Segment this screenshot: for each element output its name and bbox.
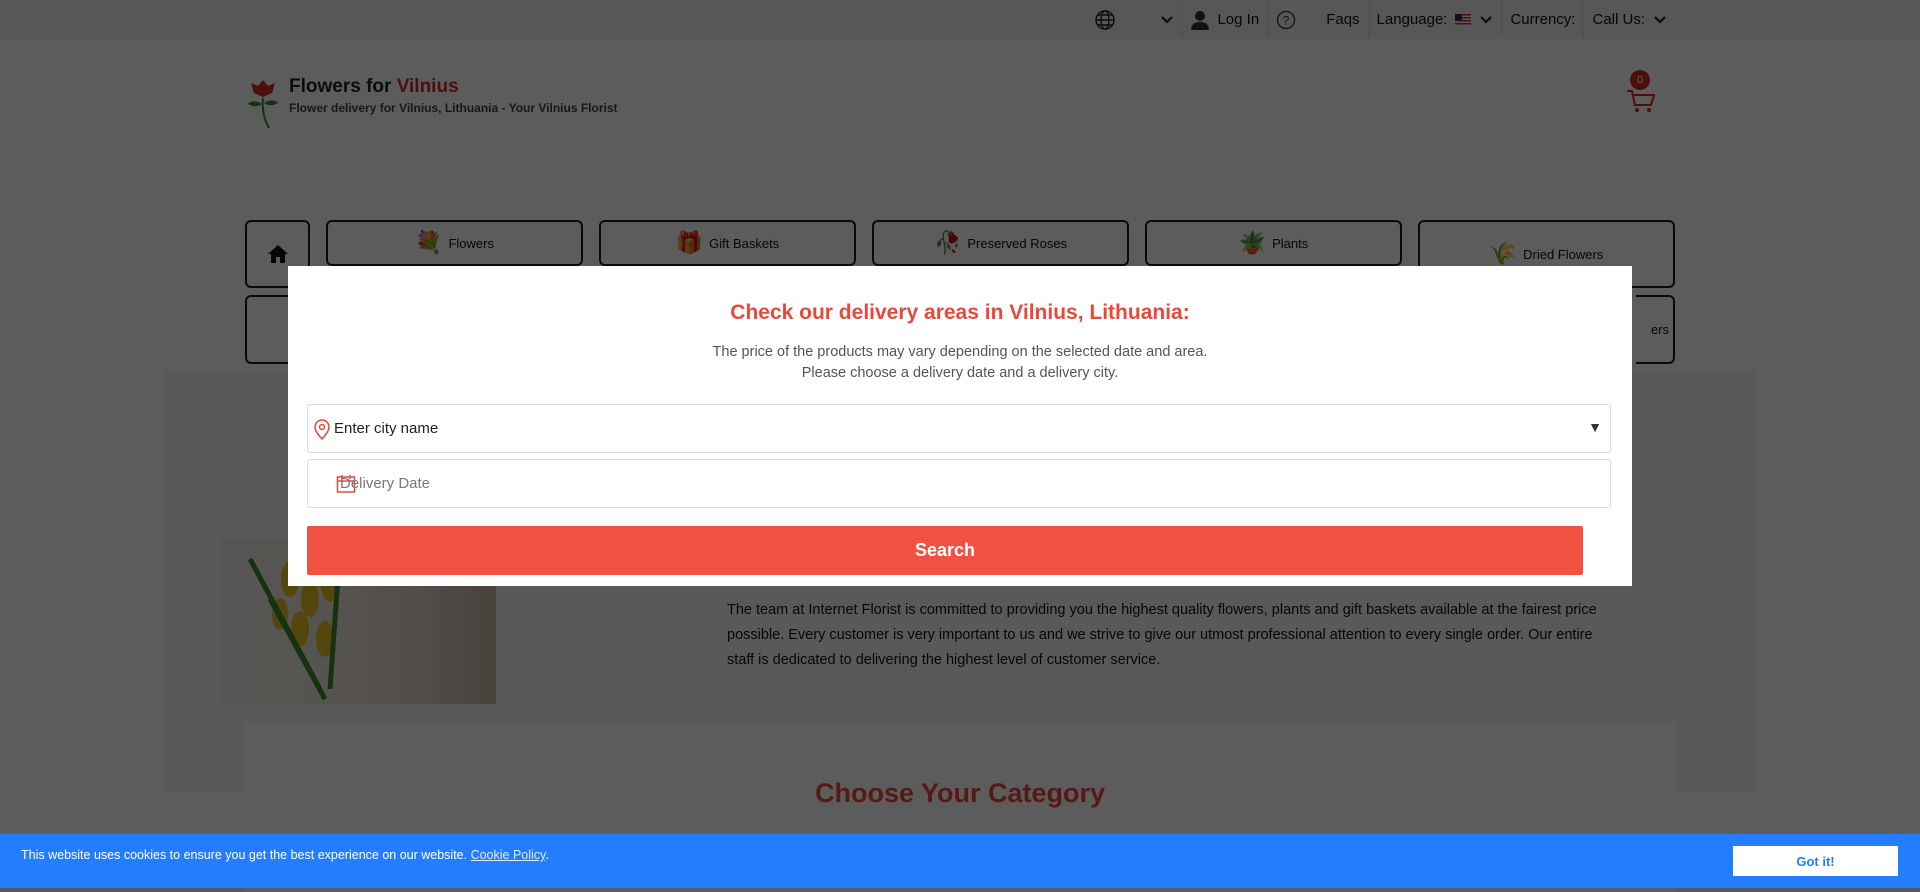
login-label: Log In: [1217, 11, 1260, 28]
dried-flowers-icon: 🌾: [1489, 241, 1518, 266]
chevron-down-icon: [1654, 15, 1666, 24]
modal-subtitle-line: The price of the products may vary depen…: [712, 344, 1208, 360]
cart-count-badge: 0: [1630, 70, 1650, 90]
date-placeholder: Delivery Date: [340, 475, 431, 492]
currency-label: Currency:: [1510, 11, 1576, 28]
nav-label: Preserved Roses: [967, 235, 1068, 251]
cookie-message: This website uses cookies to ensure you …: [21, 848, 549, 862]
logo-tagline: Flower delivery for Vilnius, Lithuania -…: [289, 101, 618, 115]
help-icon: ?: [1277, 10, 1296, 29]
cart-button[interactable]: 0: [1626, 70, 1656, 114]
user-icon: [1191, 10, 1210, 30]
faqs-label: Faqs: [1326, 11, 1360, 28]
search-button[interactable]: Search: [307, 526, 1583, 575]
cookie-text: This website uses cookies to ensure you …: [21, 848, 468, 862]
call-us-dropdown[interactable]: Call Us:: [1583, 0, 1675, 39]
chevron-down-icon: [1161, 15, 1174, 24]
cart-icon: [1627, 90, 1656, 112]
svg-text:?: ?: [1283, 13, 1290, 27]
dropdown-arrow-icon: ▼: [1588, 419, 1602, 435]
globe-icon: [1095, 9, 1116, 30]
bouquet-icon: 💐: [415, 230, 443, 255]
chevron-down-icon: [1480, 15, 1493, 24]
language-label: Language:: [1376, 11, 1448, 28]
call-us-label: Call Us:: [1592, 11, 1645, 28]
delivery-area-modal: Check our delivery areas in Vilnius, Lit…: [288, 266, 1632, 586]
language-selector[interactable]: Language:: [1367, 0, 1502, 39]
nav-row-2-left-edge: [245, 295, 288, 364]
nav-label: Plants: [1272, 235, 1309, 251]
faqs-link[interactable]: ? Faqs: [1267, 0, 1367, 39]
cookie-banner: This website uses cookies to ensure you …: [0, 834, 1920, 888]
top-bar: Log In ? Faqs Language: Currency: Call U…: [0, 0, 1920, 39]
modal-subtitle: The price of the products may vary depen…: [288, 342, 1632, 384]
home-icon: [267, 245, 288, 263]
region-selector[interactable]: [1086, 0, 1182, 39]
gift-icon: 🎁: [675, 230, 704, 255]
site-logo[interactable]: Flowers for Vilnius Flower delivery for …: [245, 76, 618, 130]
city-placeholder: Enter city name: [334, 420, 439, 437]
city-select[interactable]: Enter city name ▼: [307, 404, 1611, 453]
currency-selector[interactable]: Currency:: [1501, 0, 1583, 39]
us-flag-icon: [1455, 14, 1472, 25]
nav-label: ers: [1650, 322, 1669, 337]
nav-preserved-roses[interactable]: 🥀 Preserved Roses: [872, 220, 1129, 266]
about-paragraph: The team at Internet Florist is committe…: [727, 602, 1597, 668]
plant-icon: 🪴: [1238, 230, 1267, 255]
login-link[interactable]: Log In: [1182, 0, 1267, 39]
logo-name: Flowers for Vilnius: [289, 76, 459, 97]
nav-gift-baskets[interactable]: 🎁 Gift Baskets: [599, 220, 856, 266]
modal-title: Check our delivery areas in Vilnius, Lit…: [730, 301, 1190, 324]
cookie-accept-button[interactable]: Got it!: [1733, 846, 1898, 876]
nav-row-2[interactable]: ers: [1636, 295, 1675, 364]
nav-plants[interactable]: 🪴 Plants: [1145, 220, 1402, 266]
nav-label: Gift Baskets: [709, 235, 780, 251]
cookie-policy-link[interactable]: Cookie Policy: [471, 848, 546, 862]
nav-label: Flowers: [448, 235, 494, 251]
nav-flowers[interactable]: 💐 Flowers: [326, 220, 583, 266]
delivery-date-input[interactable]: Delivery Date: [307, 459, 1611, 508]
map-pin-icon: [314, 418, 330, 440]
nav-label: Dried Flowers: [1523, 246, 1604, 262]
preserved-rose-icon: 🥀: [933, 230, 962, 255]
rose-logo-icon: [248, 80, 278, 129]
modal-subtitle-line: Please choose a delivery date and a deli…: [801, 365, 1119, 381]
category-title: Choose Your Category: [814, 778, 1106, 808]
